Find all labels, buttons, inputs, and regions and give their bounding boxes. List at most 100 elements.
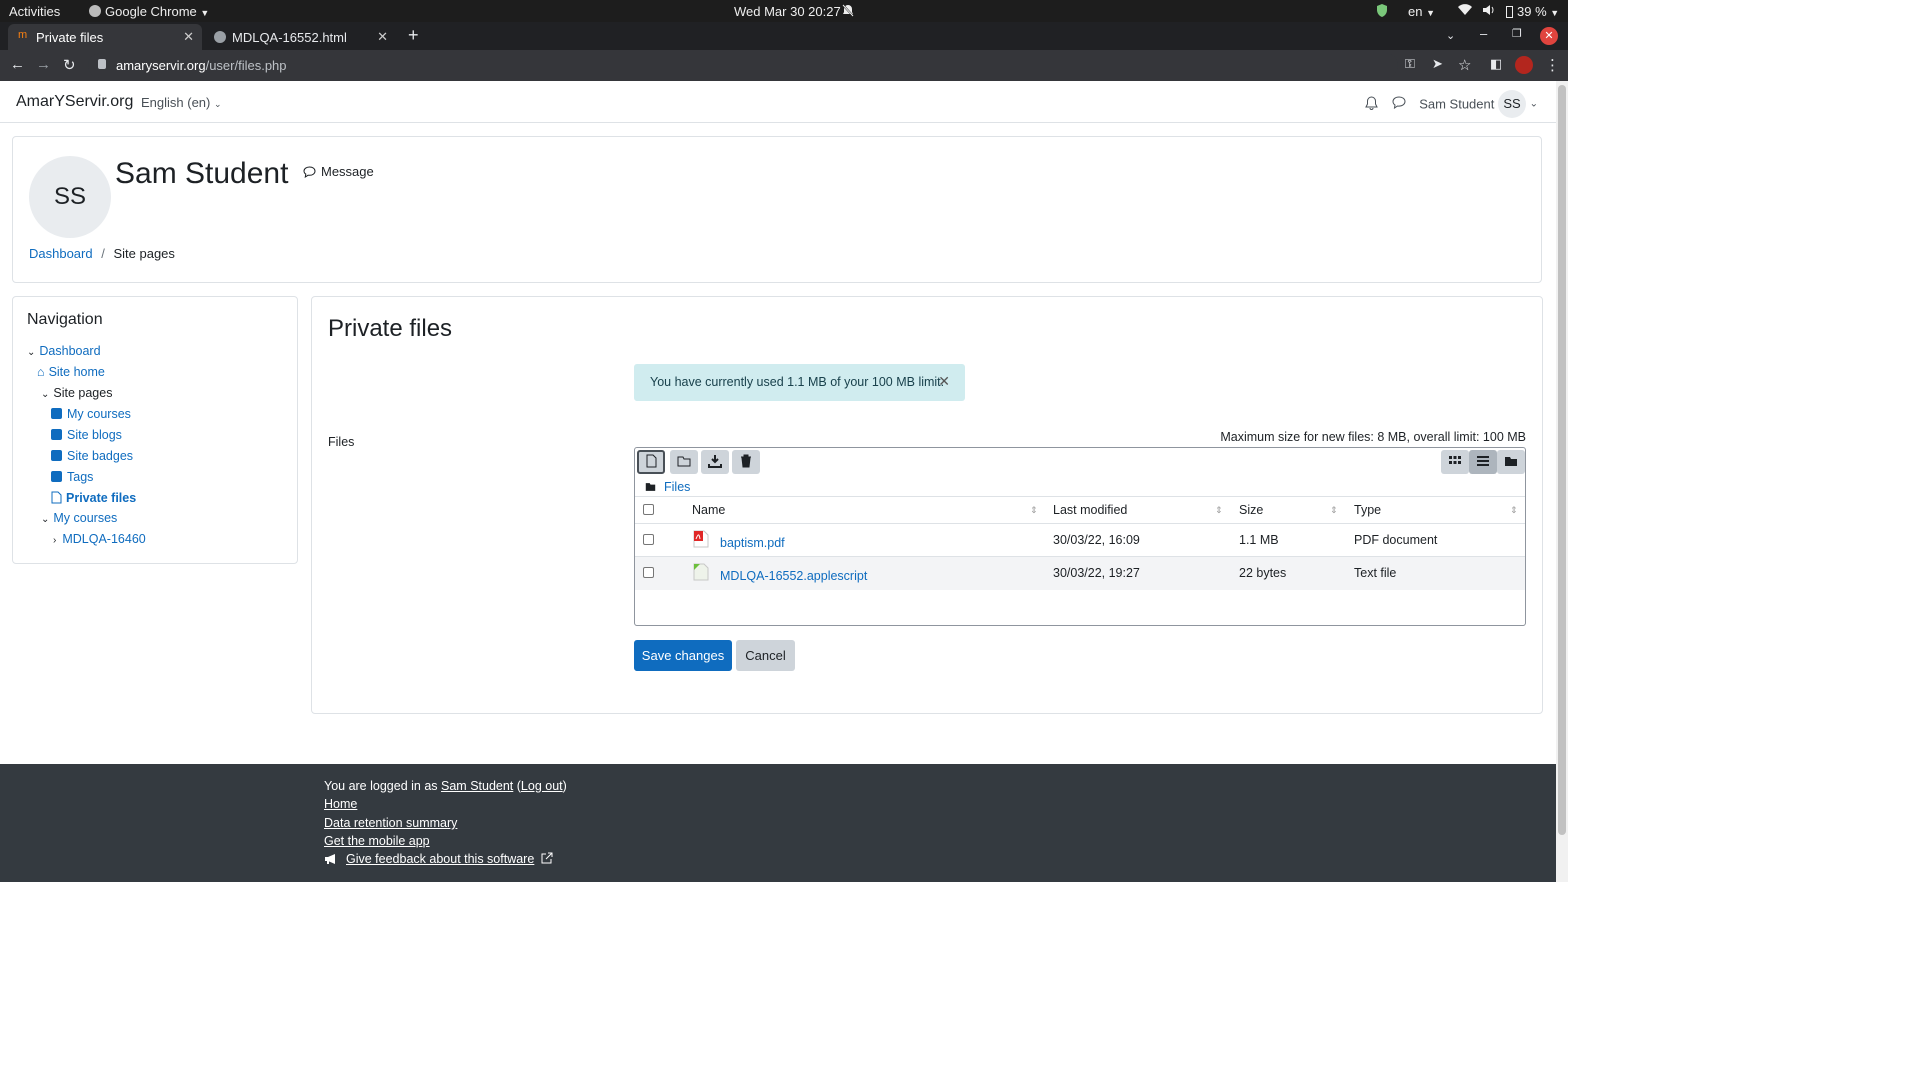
scrollbar-thumb[interactable] — [1558, 85, 1566, 835]
cancel-button[interactable]: Cancel — [736, 640, 795, 671]
file-name-link[interactable]: baptism.pdf — [720, 536, 785, 550]
create-folder-button[interactable] — [670, 450, 698, 474]
close-window-button[interactable]: ✕ — [1540, 27, 1558, 45]
shield-icon[interactable] — [1376, 4, 1388, 20]
column-size[interactable]: Size — [1239, 503, 1263, 517]
nav-item-my-courses-root[interactable]: ⌄ My courses — [41, 511, 117, 525]
page-user-name: Sam Student — [115, 157, 289, 190]
mobile-app-link[interactable]: Get the mobile app — [324, 834, 430, 848]
user-name[interactable]: Sam Student — [1419, 97, 1494, 112]
file-name-link[interactable]: MDLQA-16552.applescript — [720, 569, 867, 583]
message-button[interactable]: Message — [303, 164, 374, 181]
nav-item-label[interactable]: My courses — [67, 407, 131, 421]
nav-item-label[interactable]: My courses — [53, 511, 117, 525]
view-icons-button[interactable] — [1441, 450, 1469, 474]
view-list-button[interactable] — [1469, 450, 1497, 474]
download-button[interactable] — [701, 450, 729, 474]
back-icon[interactable]: ← — [10, 56, 25, 73]
nav-item-site-blogs[interactable]: Site blogs — [51, 428, 122, 442]
key-icon[interactable]: ⚿ — [1405, 56, 1415, 72]
clock[interactable]: Wed Mar 30 20:27 — [734, 4, 841, 19]
sort-icon[interactable]: ⇕ — [1330, 505, 1338, 516]
profile-avatar[interactable] — [1515, 56, 1533, 74]
table-row[interactable]: baptism.pdf 30/03/22, 16:09 1.1 MB PDF d… — [635, 524, 1525, 557]
row-checkbox[interactable] — [643, 567, 654, 578]
menu-icon[interactable]: ⋮ — [1545, 56, 1560, 74]
reload-icon[interactable]: ↻ — [63, 56, 76, 74]
chevron-down-icon: ⌄ — [27, 347, 36, 358]
battery-indicator[interactable]: 39 % ▼ — [1506, 4, 1559, 19]
close-icon[interactable]: ✕ — [938, 373, 950, 390]
nav-item-label[interactable]: Private files — [66, 491, 136, 505]
nav-item-site-badges[interactable]: Site badges — [51, 449, 133, 463]
page-scrollbar[interactable] — [1556, 81, 1568, 882]
page-square-icon — [51, 429, 62, 440]
nav-item-dashboard[interactable]: ⌄ Dashboard — [27, 344, 101, 358]
bookmark-star-icon[interactable]: ☆ — [1458, 56, 1471, 74]
nav-item-label[interactable]: Tags — [67, 470, 93, 484]
sort-icon[interactable]: ⇕ — [1215, 505, 1223, 516]
add-file-button[interactable] — [637, 450, 665, 474]
user-avatar[interactable]: SS — [1497, 90, 1526, 118]
minimize-button[interactable]: – — [1480, 26, 1487, 41]
send-icon[interactable]: ➤ — [1432, 56, 1443, 72]
nav-item-private-files[interactable]: Private files — [51, 491, 136, 507]
column-last-modified[interactable]: Last modified — [1053, 503, 1127, 517]
app-name: Google Chrome — [105, 4, 197, 19]
nav-item-label[interactable]: Site badges — [67, 449, 133, 463]
feedback-link[interactable]: Give feedback about this software — [346, 852, 534, 866]
select-all-checkbox[interactable] — [643, 504, 654, 515]
file-path: Files — [645, 480, 690, 495]
view-tree-button[interactable] — [1497, 450, 1525, 474]
sort-icon[interactable]: ⇕ — [1030, 505, 1038, 516]
nav-item-site-pages[interactable]: ⌄ Site pages — [41, 386, 112, 400]
notifications-bell-icon[interactable] — [1365, 95, 1378, 113]
tab-search-icon[interactable]: ⌄ — [1446, 29, 1455, 42]
column-type[interactable]: Type — [1354, 503, 1381, 517]
footer-user-link[interactable]: Sam Student — [441, 779, 513, 793]
table-row[interactable]: MDLQA-16552.applescript 30/03/22, 19:27 … — [635, 557, 1525, 590]
restore-button[interactable]: ❐ — [1512, 27, 1522, 40]
breadcrumb-dashboard[interactable]: Dashboard — [29, 246, 93, 261]
new-tab-button[interactable]: + — [408, 25, 419, 46]
logout-link[interactable]: Log out — [521, 779, 563, 793]
messages-chat-icon[interactable] — [1392, 96, 1406, 112]
chevron-down-icon[interactable]: ⌄ — [1530, 99, 1538, 110]
data-retention-link[interactable]: Data retention summary — [324, 816, 457, 830]
close-tab-icon[interactable]: ✕ — [377, 29, 388, 45]
sort-icon[interactable]: ⇕ — [1510, 505, 1518, 516]
activities-button[interactable]: Activities — [9, 4, 60, 19]
app-menu[interactable]: Google Chrome ▼ — [89, 4, 209, 19]
nav-item-my-courses[interactable]: My courses — [51, 407, 131, 421]
wifi-icon[interactable] — [1458, 4, 1472, 19]
chevron-right-icon: › — [53, 535, 57, 546]
delete-button[interactable] — [732, 450, 760, 474]
nav-item-tags[interactable]: Tags — [51, 470, 93, 484]
page-square-icon — [51, 450, 62, 461]
row-checkbox[interactable] — [643, 534, 654, 545]
language-indicator[interactable]: en ▼ — [1408, 4, 1435, 19]
nav-item-label[interactable]: Site home — [49, 365, 105, 379]
language-menu[interactable]: English (en) ⌄ — [141, 95, 222, 110]
nav-item-label[interactable]: MDLQA-16460 — [62, 532, 145, 546]
nav-item-label[interactable]: Site blogs — [67, 428, 122, 442]
site-brand[interactable]: AmarYServir.org — [16, 93, 133, 111]
chevron-down-icon: ⌄ — [41, 389, 50, 400]
profile-avatar-large: SS — [29, 156, 111, 238]
footer-home-link[interactable]: Home — [324, 797, 357, 811]
save-changes-button[interactable]: Save changes — [634, 640, 732, 671]
forward-icon[interactable]: → — [36, 56, 51, 73]
side-panel-icon[interactable]: ◧ — [1490, 56, 1502, 72]
navigation-title: Navigation — [27, 311, 103, 328]
nav-item-site-home[interactable]: ⌂ Site home — [37, 365, 105, 379]
tab-private-files[interactable]: m Private files ✕ — [8, 24, 202, 50]
tab-mdlqa-html[interactable]: MDLQA-16552.html ✕ — [204, 24, 396, 50]
volume-icon[interactable] — [1482, 4, 1495, 19]
column-name[interactable]: Name — [692, 503, 725, 517]
nav-item-course[interactable]: › MDLQA-16460 — [53, 532, 146, 546]
path-root[interactable]: Files — [664, 480, 690, 494]
address-bar[interactable]: amaryservir.org/user/files.php — [88, 53, 1398, 78]
close-tab-icon[interactable]: ✕ — [183, 29, 194, 45]
nav-item-label[interactable]: Dashboard — [39, 344, 100, 358]
feedback-row: Give feedback about this software — [324, 852, 553, 868]
